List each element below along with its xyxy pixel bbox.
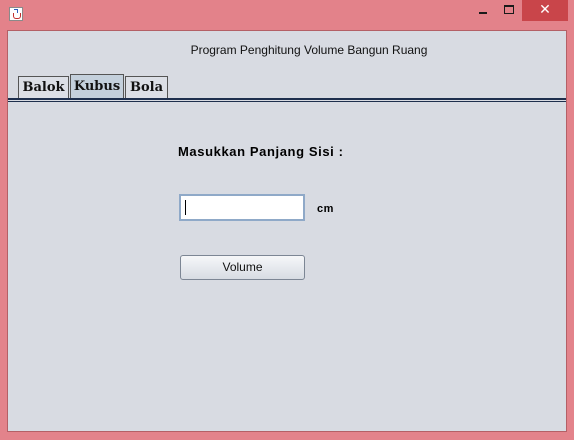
window-bottom-border	[0, 432, 574, 440]
side-length-prompt: Masukkan Panjang Sisi :	[178, 144, 344, 159]
java-cup-icon[interactable]	[9, 7, 23, 21]
tab-kubus[interactable]: Kubus	[70, 74, 124, 100]
tab-content-border	[8, 98, 566, 102]
main-panel: Program Penghitung Volume Bangun Ruang B…	[7, 30, 567, 432]
title-bar[interactable]: ✕	[0, 0, 574, 30]
tab-bola[interactable]: Bola	[125, 76, 168, 100]
side-length-input[interactable]	[179, 194, 305, 221]
tab-balok[interactable]: Balok	[18, 76, 69, 100]
cup-shape	[13, 13, 21, 19]
close-button[interactable]: ✕	[522, 0, 568, 21]
unit-label: cm	[317, 203, 334, 215]
volume-button[interactable]: Volume	[180, 255, 305, 280]
program-title-label: Program Penghitung Volume Bangun Ruang	[190, 43, 428, 57]
maximize-button[interactable]	[496, 0, 522, 21]
minimize-button[interactable]	[470, 0, 496, 21]
text-caret	[185, 200, 186, 215]
